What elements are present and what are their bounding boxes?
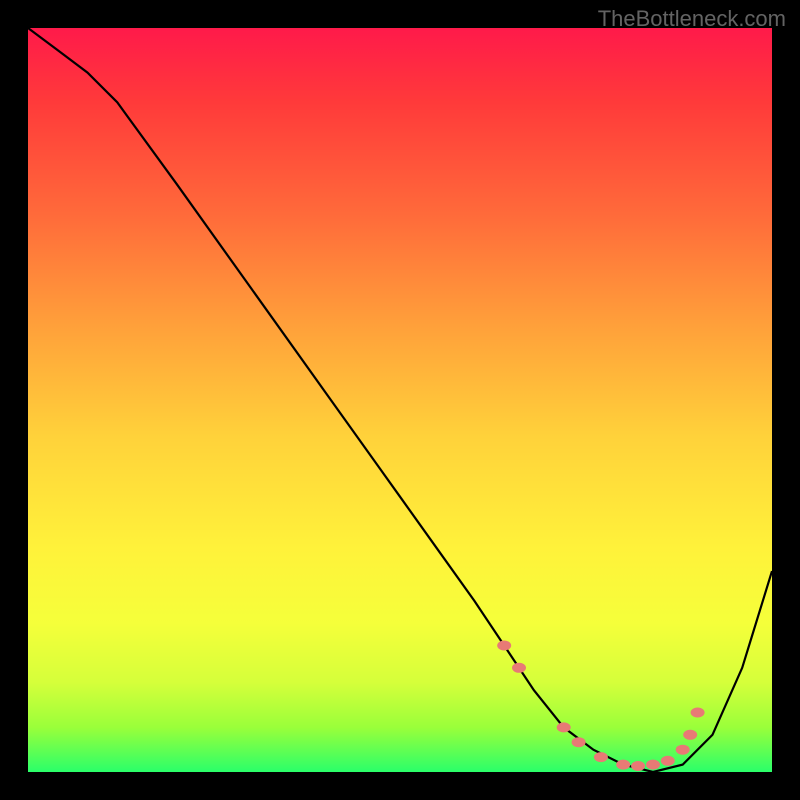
marker-dot [594,752,608,762]
scatter-markers [497,641,704,772]
marker-dot [683,730,697,740]
chart-frame: TheBottleneck.com [0,0,800,800]
marker-dot [616,760,630,770]
marker-dot [676,745,690,755]
marker-dot [646,760,660,770]
marker-dot [512,663,526,673]
marker-dot [691,708,705,718]
chart-svg [28,28,772,772]
marker-dot [557,722,571,732]
marker-dot [631,761,645,771]
marker-dot [572,737,586,747]
marker-dot [497,641,511,651]
curve-line [28,28,772,772]
marker-dot [661,756,675,766]
watermark-text: TheBottleneck.com [598,6,786,32]
